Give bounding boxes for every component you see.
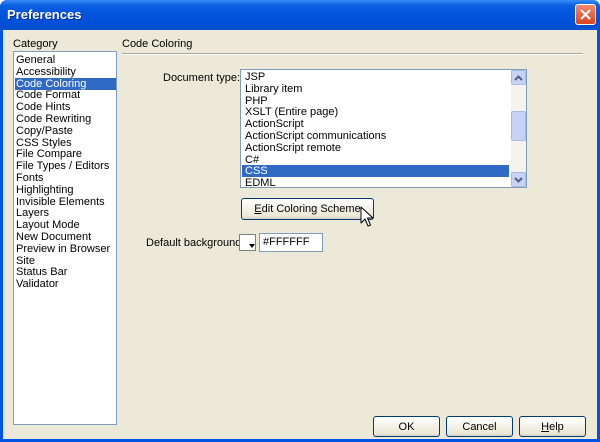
document-type-item[interactable]: ActionScript bbox=[242, 118, 509, 130]
category-list[interactable]: General Accessibility Code Coloring Code Fo… bbox=[13, 51, 117, 425]
document-type-item[interactable]: C# bbox=[242, 154, 509, 166]
category-item[interactable]: Layers bbox=[15, 207, 116, 219]
dropdown-arrow-icon bbox=[249, 244, 255, 248]
category-item[interactable]: Copy/Paste bbox=[15, 125, 116, 137]
document-type-item[interactable]: XSLT (Entire page) bbox=[242, 106, 509, 118]
document-type-scrollbar[interactable] bbox=[511, 70, 526, 187]
document-type-item[interactable]: Library item bbox=[242, 83, 509, 95]
help-button-label: elp bbox=[549, 420, 564, 433]
document-type-label: Document type: bbox=[163, 72, 241, 84]
scroll-thumb[interactable] bbox=[511, 111, 526, 141]
category-item[interactable]: Validator bbox=[15, 278, 116, 290]
category-item[interactable]: Accessibility bbox=[15, 66, 116, 78]
ok-button[interactable]: OK bbox=[373, 416, 440, 437]
category-label: Category bbox=[13, 38, 58, 50]
cancel-button[interactable]: Cancel bbox=[446, 416, 513, 437]
category-item[interactable]: Code Format bbox=[15, 89, 116, 101]
category-item[interactable]: Highlighting bbox=[15, 184, 116, 196]
ok-button-label: OK bbox=[398, 420, 415, 433]
document-type-item[interactable]: ActionScript communications bbox=[242, 130, 509, 142]
document-type-item[interactable]: CSS bbox=[242, 165, 509, 178]
default-background-label: Default background: bbox=[146, 237, 245, 249]
close-button[interactable] bbox=[575, 4, 596, 25]
dialog-body: Category General Accessibility Code Colori… bbox=[3, 30, 597, 439]
document-type-item[interactable]: EDML bbox=[242, 177, 509, 187]
scroll-down-button[interactable] bbox=[511, 172, 526, 187]
document-type-item[interactable]: PHP bbox=[242, 95, 509, 107]
window-title: Preferences bbox=[7, 7, 82, 22]
category-item[interactable]: Status Bar bbox=[15, 266, 116, 278]
edit-button-label: dit Coloring Scheme bbox=[261, 203, 361, 215]
help-button[interactable]: Help bbox=[519, 416, 586, 437]
category-item[interactable]: Code Rewriting bbox=[15, 113, 116, 125]
category-item[interactable]: CSS Styles bbox=[15, 137, 116, 149]
background-color-picker[interactable] bbox=[239, 234, 256, 251]
scroll-up-button[interactable] bbox=[511, 70, 526, 85]
mouse-cursor-icon bbox=[360, 206, 374, 227]
title-bar[interactable]: Preferences bbox=[0, 0, 600, 30]
category-item[interactable]: Fonts bbox=[15, 172, 116, 184]
edit-coloring-scheme-button[interactable]: Edit Coloring Scheme bbox=[241, 198, 374, 220]
category-item[interactable]: File Types / Editors bbox=[15, 160, 116, 172]
document-type-item[interactable]: JSP bbox=[242, 71, 509, 83]
panel-title-divider bbox=[122, 53, 583, 55]
preferences-window: Preferences Category General Accessibilit… bbox=[0, 0, 600, 442]
category-item[interactable]: Code Coloring bbox=[15, 77, 116, 90]
document-type-item[interactable]: ActionScript remote bbox=[242, 142, 509, 154]
cancel-button-label: Cancel bbox=[462, 420, 497, 433]
category-item[interactable]: Preview in Browser bbox=[15, 243, 116, 255]
chevron-up-icon bbox=[514, 74, 523, 81]
background-color-input[interactable]: #FFFFFF bbox=[259, 233, 323, 252]
category-item[interactable]: New Document bbox=[15, 231, 116, 243]
category-item[interactable]: File Compare bbox=[15, 148, 116, 160]
close-icon bbox=[580, 9, 591, 20]
category-item[interactable]: Invisible Elements bbox=[15, 196, 116, 208]
document-type-list[interactable]: JSP Library item PHP XSLT (Entire page) Acti… bbox=[240, 69, 527, 188]
category-item[interactable]: Layout Mode bbox=[15, 219, 116, 231]
chevron-down-icon bbox=[514, 176, 523, 183]
panel-title: Code Coloring bbox=[122, 38, 193, 50]
category-item[interactable]: Site bbox=[15, 255, 116, 267]
category-item[interactable]: Code Hints bbox=[15, 101, 116, 113]
edit-button-mnemonic: E bbox=[254, 203, 262, 215]
help-button-mnemonic: H bbox=[541, 420, 550, 433]
category-item[interactable]: General bbox=[15, 54, 116, 66]
